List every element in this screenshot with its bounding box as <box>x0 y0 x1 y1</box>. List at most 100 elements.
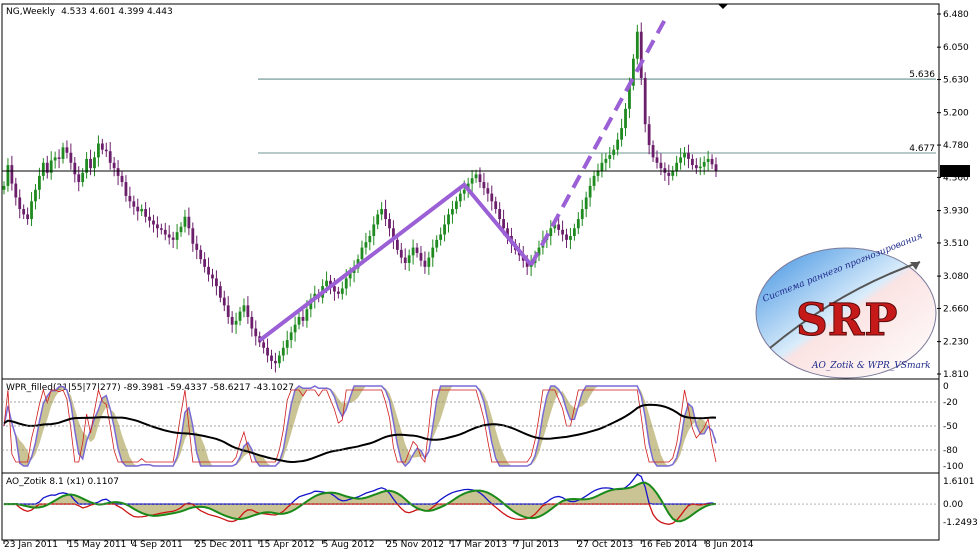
candle-body <box>478 174 482 183</box>
candle-body <box>144 209 148 217</box>
candle-body <box>171 237 175 240</box>
candle-body <box>30 201 33 220</box>
candle-body <box>112 162 116 169</box>
time-tick-label: 15 May 2011 <box>68 540 127 549</box>
candle-body <box>651 145 655 158</box>
candle-body <box>494 201 498 210</box>
candle-body <box>694 165 698 169</box>
candle-body <box>124 182 128 196</box>
candle-body <box>104 149 108 152</box>
candle-body <box>22 209 26 215</box>
candle-body <box>399 249 403 258</box>
candle-body <box>395 239 399 250</box>
candle-body <box>73 162 77 175</box>
price-tick-label: 2.230 <box>943 338 969 348</box>
candle-body <box>195 243 199 250</box>
ao-tick-label: 1.6101 <box>943 477 975 487</box>
candle-body <box>215 278 218 287</box>
candle-body <box>10 165 14 184</box>
time-tick-label: 8 Jun 2014 <box>705 540 754 549</box>
wpr-tick-label: 0 <box>943 382 949 392</box>
candle-body <box>57 157 61 159</box>
candle-body <box>108 151 112 163</box>
candle-body <box>325 280 328 287</box>
candle-body <box>97 143 100 158</box>
wpr-tick-label: -50 <box>943 422 958 432</box>
candle-body <box>502 219 505 229</box>
candle-body <box>576 219 580 229</box>
candle-body <box>714 164 718 172</box>
time-tick-label: 15 Apr 2012 <box>259 540 315 549</box>
candle-body <box>89 158 92 169</box>
candle-body <box>616 139 620 150</box>
candle-body <box>34 189 37 202</box>
price-tick-label: 6.480 <box>943 10 969 20</box>
candle-body <box>305 309 309 321</box>
candle-body <box>159 228 163 230</box>
price-tick-label: 3.080 <box>943 272 969 282</box>
candle-body <box>411 247 415 256</box>
time-tick-label: 4 Sep 2011 <box>131 540 182 549</box>
candle-body <box>592 175 596 186</box>
candle-body <box>140 209 144 212</box>
candle-body <box>163 229 167 235</box>
candle-body <box>372 224 376 237</box>
candle-body <box>698 166 702 169</box>
candle-body <box>490 193 494 202</box>
ao-tick-label: 0.00 <box>943 500 963 510</box>
candle-body <box>679 157 682 163</box>
candle-body <box>451 209 454 215</box>
candle-body <box>561 229 564 235</box>
candle-body <box>340 288 344 294</box>
candle-body <box>93 157 96 169</box>
candle-body <box>655 157 659 163</box>
current-price-label: 4.443 <box>943 167 969 177</box>
candle-body <box>380 209 384 215</box>
candle-body <box>702 162 706 167</box>
fib-level-label: 4.677 <box>909 144 935 154</box>
candle-body <box>687 152 690 159</box>
time-tick-label: 5 Aug 2012 <box>323 540 375 549</box>
candle-body <box>120 175 124 183</box>
candle-body <box>584 197 588 210</box>
candle-body <box>179 226 183 233</box>
candle-body <box>230 316 234 325</box>
price-tick-label: 4.780 <box>943 141 969 151</box>
candle-body <box>69 152 73 163</box>
fib-level-label: 5.636 <box>909 70 935 80</box>
candle-body <box>639 31 643 78</box>
candle-body <box>254 328 258 337</box>
candle-body <box>262 342 266 348</box>
candle-body <box>128 195 132 202</box>
candle-body <box>588 185 592 198</box>
candle-body <box>281 347 285 356</box>
candle-body <box>419 252 423 261</box>
candle-body <box>431 247 435 258</box>
candle-body <box>293 324 297 333</box>
candle-body <box>344 278 348 289</box>
price-tick-label: 3.930 <box>943 207 969 217</box>
candle-body <box>183 216 187 227</box>
logo-text: SRP <box>796 295 897 346</box>
candle-body <box>683 152 686 158</box>
time-tick-label: 23 Jan 2011 <box>4 540 58 549</box>
candle-body <box>211 274 214 279</box>
candle-body <box>376 214 380 225</box>
candle-body <box>443 224 446 235</box>
candle-body <box>368 236 372 243</box>
candle-body <box>297 316 301 325</box>
candle-body <box>336 291 340 294</box>
wpr-tick-label: -20 <box>943 398 958 408</box>
candle-body <box>569 236 572 240</box>
candle-body <box>53 157 57 161</box>
time-tick-label: 7 Jul 2013 <box>514 540 559 549</box>
candle-body <box>41 162 45 176</box>
candle-body <box>454 201 458 210</box>
candle-body <box>435 239 439 248</box>
candle-body <box>604 158 608 163</box>
candle-body <box>156 224 159 229</box>
time-tick-label: 16 Feb 2014 <box>641 540 697 549</box>
candle-body <box>675 162 679 171</box>
candle-body <box>250 316 254 329</box>
candle-body <box>474 174 478 179</box>
